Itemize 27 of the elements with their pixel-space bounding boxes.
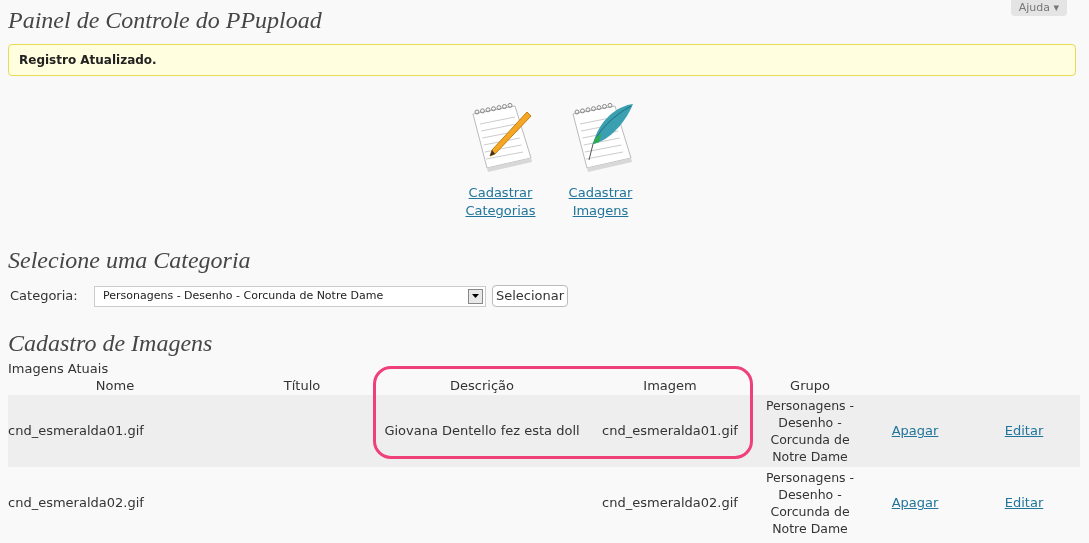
delete-link[interactable]: Apagar: [891, 423, 939, 439]
column-header: Grupo: [790, 378, 830, 393]
edit-link[interactable]: Editar: [1004, 495, 1044, 511]
column-header: Nome: [95, 378, 135, 393]
column-header: Título: [283, 378, 321, 393]
page-title: Painel de Controle do PPupload: [8, 6, 322, 35]
table-cell: cnd_esmeralda02.gif: [8, 495, 144, 511]
shortcut-link[interactable]: Cadastrar Categorias: [465, 184, 536, 220]
table-cell: cnd_esmeralda01.gif: [602, 423, 738, 439]
table-caption: Imagens Atuais: [8, 361, 110, 377]
table-cell: Personagens - Desenho - Corcunda de Notre Dame: [765, 469, 855, 537]
delete-link[interactable]: Apagar: [891, 495, 939, 511]
table-cell: cnd_esmeralda02.gif: [602, 495, 738, 511]
edit-link[interactable]: Editar: [1004, 423, 1044, 439]
table-cell: cnd_esmeralda01.gif: [8, 423, 144, 439]
shortcut-link[interactable]: Cadastrar Imagens: [568, 184, 633, 220]
help-tab[interactable]: Ajuda ▾: [1010, 0, 1067, 16]
category-dropdown[interactable]: Personagens - Desenho - Corcunda de Notre Dame: [94, 285, 486, 307]
table-cell: Personagens - Desenho - Corcunda de Notre Dame: [765, 397, 855, 465]
select-button[interactable]: Selecionar: [492, 285, 569, 307]
section-title: Cadastro de Imagens: [8, 329, 213, 358]
column-header: Descrição: [450, 378, 514, 393]
section-title: Selecione uma Categoria: [8, 246, 251, 275]
notice-banner: Registro Atualizado.: [8, 44, 1076, 76]
column-header: Imagem: [643, 378, 697, 393]
table-cell: Giovana Dentello fez esta doll: [384, 423, 580, 439]
category-label: Categoria:: [10, 287, 79, 306]
